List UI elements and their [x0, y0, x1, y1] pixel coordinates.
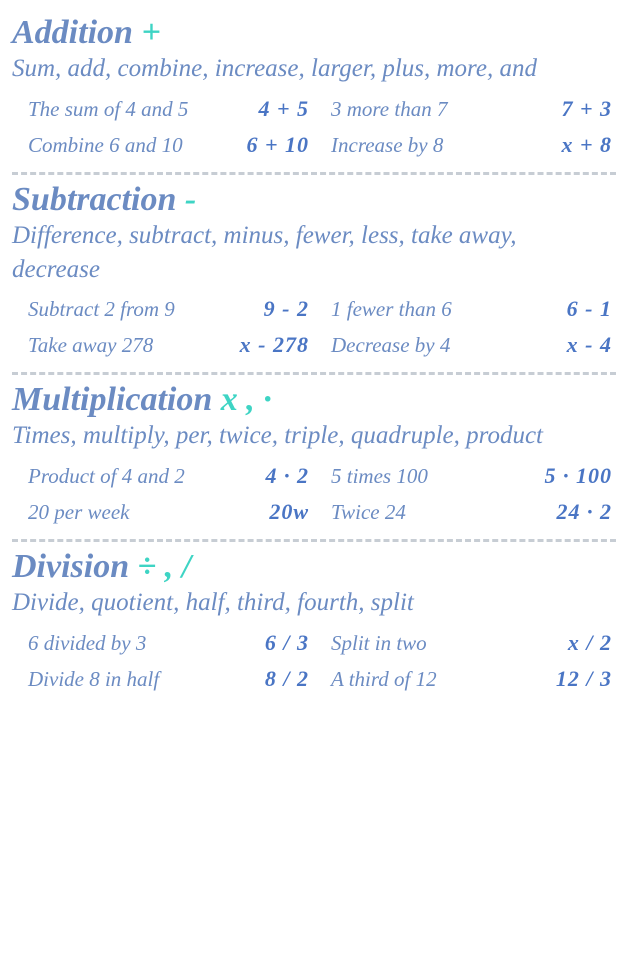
title-text: Addition [12, 14, 133, 51]
examples-grid: The sum of 4 and 5 4 + 5 3 more than 7 7 + … [12, 96, 616, 158]
section-addition: Addition +Sum, add, combine, increase, l… [12, 8, 616, 172]
example-phrase: A third of 12 [331, 667, 437, 692]
example-phrase: 1 fewer than 6 [331, 297, 452, 322]
example-item: A third of 12 12 / 3 [331, 666, 616, 692]
section-title: Multiplication x , · [12, 381, 616, 419]
example-expression: x / 2 [568, 630, 616, 656]
section-title: Subtraction - [12, 181, 616, 219]
title-text: Subtraction [12, 181, 176, 218]
example-expression: 5 · 100 [545, 463, 617, 489]
section-title: Addition + [12, 14, 616, 52]
example-expression: 6 - 1 [567, 296, 616, 322]
example-item: Split in two x / 2 [331, 630, 616, 656]
example-expression: 24 · 2 [557, 499, 617, 525]
example-item: Product of 4 and 2 4 · 2 [28, 463, 313, 489]
example-expression: 6 + 10 [246, 132, 313, 158]
section-title: Division ÷ , / [12, 548, 616, 586]
examples-grid: Subtract 2 from 9 9 - 2 1 fewer than 6 6 - … [12, 296, 616, 358]
section-description: Sum, add, combine, increase, larger, plu… [12, 52, 572, 86]
example-item: Increase by 8 x + 8 [331, 132, 616, 158]
examples-grid: 6 divided by 3 6 / 3 Split in two x / 2 Divi… [12, 630, 616, 692]
example-expression: x + 8 [561, 132, 616, 158]
example-phrase: Subtract 2 from 9 [28, 297, 175, 322]
example-item: Decrease by 4 x - 4 [331, 332, 616, 358]
example-expression: 8 / 2 [265, 666, 313, 692]
example-phrase: Increase by 8 [331, 133, 443, 158]
example-phrase: 3 more than 7 [331, 97, 447, 122]
section-description: Difference, subtract, minus, fewer, less… [12, 219, 572, 287]
example-phrase: 6 divided by 3 [28, 631, 146, 656]
example-phrase: 20 per week [28, 500, 129, 525]
example-expression: 6 / 3 [265, 630, 313, 656]
example-item: Twice 24 24 · 2 [331, 499, 616, 525]
examples-grid: Product of 4 and 2 4 · 2 5 times 100 5 · 10… [12, 463, 616, 525]
example-item: Combine 6 and 10 6 + 10 [28, 132, 313, 158]
example-item: 6 divided by 3 6 / 3 [28, 630, 313, 656]
operation-symbol: + [141, 14, 160, 51]
section-description: Divide, quotient, half, third, fourth, s… [12, 586, 572, 620]
operation-symbol: ÷ , / [138, 548, 192, 585]
section-subtraction: Subtraction -Difference, subtract, minus… [12, 175, 616, 373]
example-phrase: 5 times 100 [331, 464, 428, 489]
operation-symbol: x , · [221, 381, 272, 418]
section-division: Division ÷ , /Divide, quotient, half, th… [12, 542, 616, 706]
example-expression: 20w [269, 499, 313, 525]
example-phrase: Decrease by 4 [331, 333, 450, 358]
section-multiplication: Multiplication x , ·Times, multiply, per… [12, 375, 616, 539]
example-phrase: Divide 8 in half [28, 667, 159, 692]
example-expression: x - 4 [567, 332, 616, 358]
example-expression: 9 - 2 [264, 296, 313, 322]
example-item: The sum of 4 and 5 4 + 5 [28, 96, 313, 122]
example-expression: 4 · 2 [266, 463, 314, 489]
example-phrase: The sum of 4 and 5 [28, 97, 188, 122]
example-expression: 7 + 3 [561, 96, 616, 122]
operation-symbol: - [185, 181, 196, 218]
example-item: Divide 8 in half 8 / 2 [28, 666, 313, 692]
example-item: Take away 278 x - 278 [28, 332, 313, 358]
example-expression: 4 + 5 [258, 96, 313, 122]
example-item: 5 times 100 5 · 100 [331, 463, 616, 489]
example-item: 20 per week 20w [28, 499, 313, 525]
example-phrase: Split in two [331, 631, 427, 656]
example-item: Subtract 2 from 9 9 - 2 [28, 296, 313, 322]
example-item: 1 fewer than 6 6 - 1 [331, 296, 616, 322]
example-expression: 12 / 3 [556, 666, 616, 692]
title-text: Multiplication [12, 381, 212, 418]
section-description: Times, multiply, per, twice, triple, qua… [12, 419, 572, 453]
example-phrase: Product of 4 and 2 [28, 464, 185, 489]
example-phrase: Twice 24 [331, 500, 406, 525]
example-item: 3 more than 7 7 + 3 [331, 96, 616, 122]
example-phrase: Combine 6 and 10 [28, 133, 183, 158]
example-expression: x - 278 [240, 332, 313, 358]
title-text: Division [12, 548, 129, 585]
example-phrase: Take away 278 [28, 333, 153, 358]
